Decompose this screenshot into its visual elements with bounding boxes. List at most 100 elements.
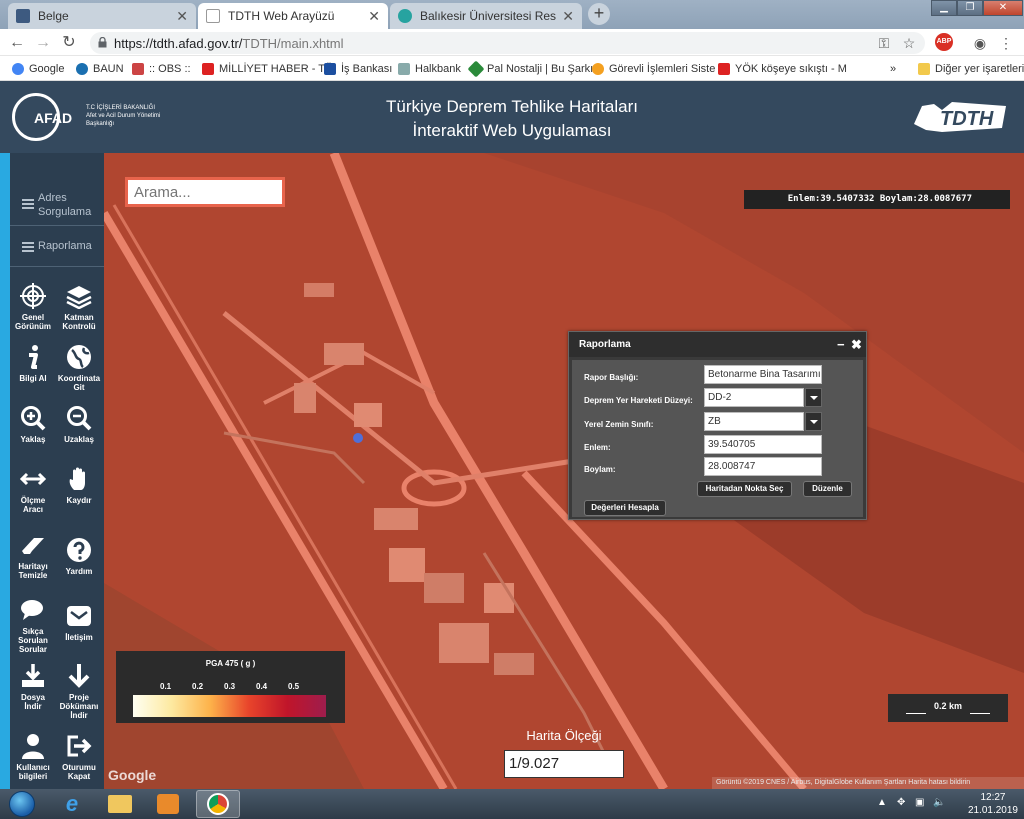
report-title-field[interactable]: Betonarme Bina Tasarımı [704,365,822,384]
tab-belge[interactable]: Belge ✕ [8,3,196,29]
map-scale-label: Harita Ölçeği [526,728,602,743]
bookmark-gorevli[interactable]: Görevli İşlemleri Siste [592,60,715,77]
lock-icon [98,37,107,48]
bookmark-yok[interactable]: YÖK köşeye sıkıştı - M [718,60,847,77]
tool-user-info[interactable]: Kullanıcı bilgileri [10,733,56,781]
tool-download-project-doc[interactable]: Proje Dökümanı İndir [56,663,102,720]
map-attribution[interactable]: Görüntü ©2019 CNES / Airbus, DigitalGlob… [712,777,1024,789]
tool-label: Ölçme [20,496,46,505]
map-scale-input[interactable]: 1/9.027 [504,750,624,778]
bookmark-halkbank[interactable]: Halkbank [398,60,461,77]
minimize-button[interactable]: ▁ [931,0,957,16]
taskbar-explorer[interactable] [98,790,142,818]
soil-class-select[interactable]: ZB [704,412,804,431]
sidebar-item-label: Raporlama [38,240,92,252]
close-icon[interactable]: ✕ [368,8,380,25]
other-bookmarks[interactable]: Diğer yer işaretleri [918,60,1024,77]
bookmark-baun[interactable]: BAUN [76,60,124,77]
bookmark-isbank[interactable]: İş Bankası [324,60,392,77]
tool-go-to-coordinate[interactable]: Koordinata Git [56,344,102,392]
tool-download-file[interactable]: Dosya İndir [10,663,56,711]
lat-field[interactable]: 39.540705 [704,435,822,454]
list-icon [22,199,34,209]
star-icon[interactable]: ☆ [899,33,919,53]
measure-icon [20,472,46,486]
tool-measure[interactable]: Ölçme Aracı [10,466,56,514]
back-icon[interactable]: ← [7,33,27,53]
tab-label: TDTH Web Arayüzü [228,9,335,23]
coordinate-readout: Enlem:39.5407332 Boylam:28.0087677 [744,190,1010,209]
chevron-down-icon[interactable] [805,412,822,431]
folder-icon [918,62,930,75]
taskbar-ie[interactable]: e [50,790,94,818]
tool-label: Yardım [65,567,93,576]
tool-label: Haritayı [18,562,48,571]
tool-zoom-out[interactable]: Uzaklaş [56,405,102,444]
tool-general-view[interactable]: Genel Görünüm [10,283,56,331]
ground-motion-label: Deprem Yer Hareketi Düzeyi: [584,396,693,405]
tab-tdth[interactable]: TDTH Web Arayüzü ✕ [198,3,388,29]
tool-zoom-in[interactable]: Yaklaş [10,405,56,444]
taskbar-chrome[interactable] [196,790,240,818]
clock-time: 12:27 [980,792,1006,803]
tool-label: Katman [64,313,94,322]
tool-faq[interactable]: Sıkça Sorulan Sorular [10,597,56,654]
url-text: https://tdth.afad.gov.tr/TDTH/main.xhtml [114,36,344,51]
ground-motion-select[interactable]: DD-2 [704,388,804,407]
dropbox-icon[interactable]: ✥ [897,797,905,808]
network-icon[interactable]: ▣ [915,797,924,808]
clock[interactable]: 12:27 21.01.2019 [968,791,1018,817]
bookmark-google[interactable]: Google [12,60,64,77]
sidebar-item-address[interactable]: Adres Sorgulama [10,189,104,219]
bookmarks-overflow[interactable]: » [890,60,896,77]
tool-label: İndir [70,711,88,720]
tool-layer-control[interactable]: Katman Kontrolü [56,283,102,331]
bookmark-pal[interactable]: Pal Nostalji | Bu Şarkı [467,60,593,77]
tool-label: bilgileri [18,772,48,781]
close-icon[interactable]: ✖ [851,332,862,357]
account-icon[interactable]: ◉ [970,33,990,53]
menu-icon[interactable]: ⋮ [996,33,1016,53]
new-tab-button[interactable]: + [588,3,610,25]
minimize-icon[interactable]: − [837,332,845,357]
tool-label: Dökümanı [59,702,99,711]
forward-icon[interactable]: → [33,33,53,53]
tool-label: Oturumu [62,763,96,772]
taskbar-media[interactable] [146,790,190,818]
tool-clear-map[interactable]: Haritayı Temizle [10,532,56,580]
tool-help[interactable]: Yardım [56,537,102,576]
close-icon[interactable]: ✕ [562,8,574,25]
lon-field[interactable]: 28.008747 [704,457,822,476]
tool-label: Proje [68,693,89,702]
key-icon[interactable]: ⚿ [874,33,894,53]
bookmark-obs[interactable]: :: OBS :: [132,60,191,77]
tool-get-info[interactable]: Bilgi Al [10,344,56,383]
hand-icon [69,467,85,490]
reload-icon[interactable]: ↻ [59,33,79,53]
sidebar-item-label: Adres Sorgulama [38,191,91,219]
select-point-button[interactable]: Haritadan Nokta Seç [697,481,792,497]
tab-balikesir[interactable]: Balıkesir Üniversitesi Resmi Web ✕ [390,3,582,29]
adblock-icon[interactable]: ABP [935,33,953,51]
maximize-button[interactable]: ❐ [957,0,983,16]
address-bar[interactable]: https://tdth.afad.gov.tr/TDTH/main.xhtml [90,32,925,54]
sidebar-item-reporting[interactable]: Raporlama [10,239,104,259]
tool-contact[interactable]: İletişim [56,603,102,642]
bookmark-milliyet[interactable]: MİLLİYET HABER - TÜ [202,60,333,77]
calculate-button[interactable]: Değerleri Hesapla [584,500,666,516]
legend-tick: 0.3 [224,682,236,691]
window-close-button[interactable]: ✕ [983,0,1023,16]
tray-expand-icon[interactable]: ▲ [877,797,887,808]
legend-tick: 0.2 [192,682,204,691]
tool-logout[interactable]: Oturumu Kapat [56,733,102,781]
taskbar: e ▲ ✥ ▣ 🔈 12:27 21.01.2019 [0,789,1024,819]
volume-icon[interactable]: 🔈 [933,797,945,808]
pga-legend: PGA 475 ( g ) 0.1 0.2 0.3 0.4 0.5 [116,651,345,723]
chevron-down-icon[interactable] [805,388,822,407]
tool-pan[interactable]: Kaydır [56,466,102,505]
edit-button[interactable]: Düzenle [803,481,852,497]
tool-label: Kullanıcı [16,763,50,772]
search-input[interactable] [125,177,285,207]
start-button[interactable] [0,790,44,818]
close-icon[interactable]: ✕ [176,8,188,25]
